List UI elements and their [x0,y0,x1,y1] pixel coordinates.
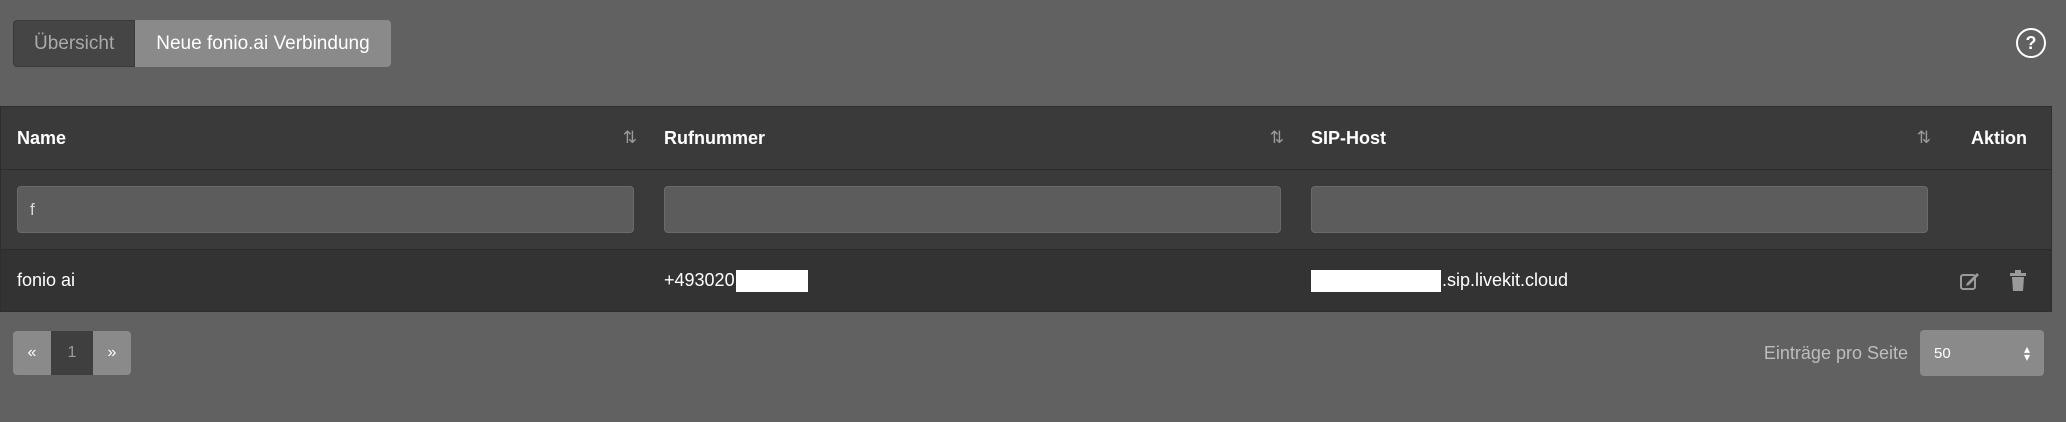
column-header-name[interactable]: Name ⇅ [1,107,648,169]
filter-cell-sip-host [1295,170,1942,249]
row-name: fonio ai [17,270,76,290]
select-caret-icon: ▴ ▾ [2023,342,2030,364]
sort-icon[interactable]: ⇅ [1270,128,1284,148]
column-header-rufnummer[interactable]: Rufnummer ⇅ [648,107,1295,169]
per-page-value: 50 [1934,344,1951,362]
column-label-aktion: Aktion [1971,127,2027,148]
filter-rufnummer-input[interactable] [664,186,1281,233]
per-page-select[interactable]: 50 ▴ ▾ [1920,330,2044,376]
edit-icon[interactable] [1959,270,1981,292]
trash-icon[interactable] [2009,269,2027,292]
cell-aktion [1942,250,2051,311]
filter-cell-rufnummer [648,170,1295,249]
redacted-block [1311,269,1441,292]
column-header-sip-host[interactable]: SIP-Host ⇅ [1295,107,1942,169]
action-icons [1959,269,2027,292]
tab-uebersicht[interactable]: Übersicht [13,20,136,67]
tab-neue-verbindung[interactable]: Neue fonio.ai Verbindung [135,20,391,67]
cell-rufnummer: +493020 [648,250,1295,311]
cell-name: fonio ai [1,250,648,311]
row-rufnummer: +493020 [664,270,735,290]
page: Übersicht Neue fonio.ai Verbindung ? Nam… [0,0,2066,422]
help-icon[interactable]: ? [2016,28,2046,58]
filter-sip-host-input[interactable] [1311,186,1928,233]
row-sip-host: .sip.livekit.cloud [1442,270,1569,290]
sort-icon[interactable]: ⇅ [1917,128,1931,148]
column-label-name: Name [17,127,67,148]
filter-name-input[interactable] [17,186,634,233]
filter-row [1,170,2051,250]
column-label-rufnummer: Rufnummer [664,127,766,148]
tab-bar: Übersicht Neue fonio.ai Verbindung [13,20,391,67]
pagination-page-1[interactable]: 1 [51,331,93,375]
table-row: fonio ai +493020 .sip.livekit.cloud [1,250,2051,311]
redacted-block [735,269,808,292]
column-label-sip-host: SIP-Host [1311,127,1387,148]
per-page-label: Einträge pro Seite [1763,342,1908,363]
pagination-prev-button[interactable]: « [13,331,51,375]
table-header: Name ⇅ Rufnummer ⇅ SIP-Host ⇅ Aktion [1,107,2051,170]
pagination: « 1 » [13,331,131,375]
connections-table: Name ⇅ Rufnummer ⇅ SIP-Host ⇅ Aktion f f… [0,106,2052,312]
cell-sip-host: .sip.livekit.cloud [1295,250,1942,311]
per-page-control: Einträge pro Seite 50 ▴ ▾ [1764,330,2044,376]
pagination-next-button[interactable]: » [93,331,131,375]
column-header-aktion: Aktion [1942,107,2051,169]
filter-cell-aktion [1942,170,2051,249]
sort-icon[interactable]: ⇅ [623,128,637,148]
filter-cell-name [1,170,648,249]
